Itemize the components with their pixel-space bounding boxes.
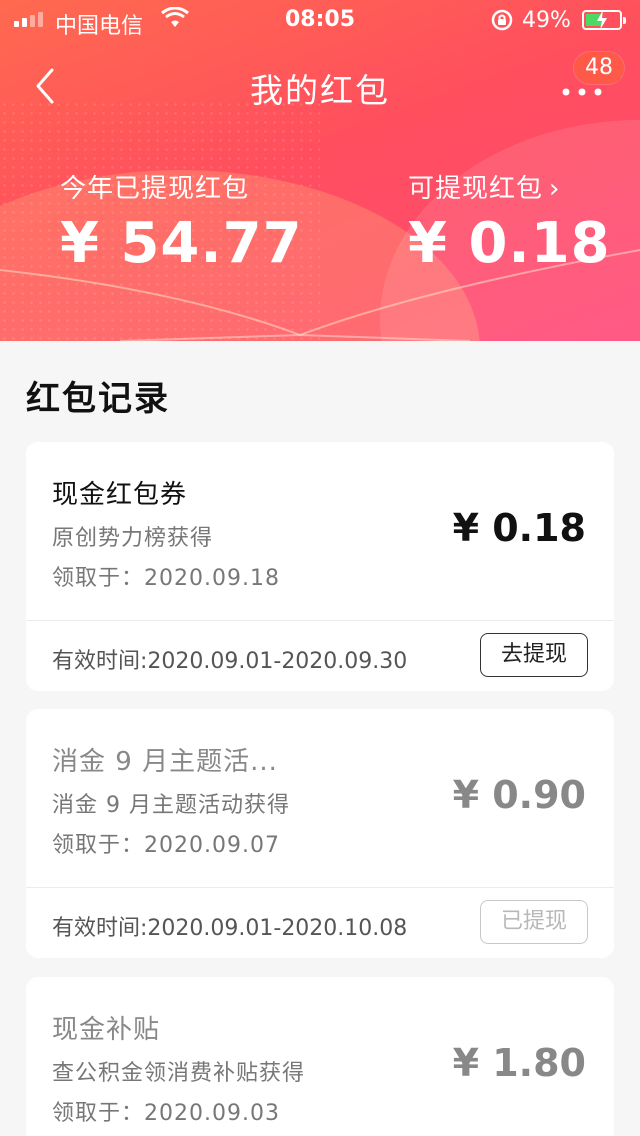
- withdrawn-button[interactable]: 已提现: [480, 900, 588, 944]
- record-name: 现金红包券: [52, 480, 188, 510]
- battery-percent: 49%: [522, 8, 571, 33]
- record-name: 消金 9 月主题活...: [52, 747, 278, 777]
- record-amount: ¥ 1.80: [452, 1041, 586, 1085]
- record-source: 原创势力榜获得: [52, 526, 214, 551]
- withdrawn-value: ¥ 54.77: [60, 211, 303, 276]
- record-date: 领取于：2020.09.18: [52, 566, 280, 591]
- record-date: 领取于：2020.09.03: [52, 1101, 280, 1126]
- record-validity: 有效时间:2020.09.01-2020.10.08: [52, 916, 408, 941]
- available-label-row[interactable]: 可提现红包 ›: [408, 168, 611, 205]
- orientation-lock-icon: [491, 9, 513, 31]
- record-source: 消金 9 月主题活动获得: [52, 793, 290, 818]
- battery-icon: [582, 10, 626, 30]
- nav-bar: 我的红包 48: [0, 40, 640, 128]
- withdrawn-summary: 今年已提现红包 ¥ 54.77: [60, 168, 303, 276]
- records-title: 红包记录: [26, 379, 170, 419]
- record-name: 现金补贴: [52, 1015, 161, 1045]
- available-value: ¥ 0.18: [408, 211, 611, 276]
- record-card: 现金红包券 原创势力榜获得 领取于：2020.09.18 ¥ 0.18 有效时间…: [26, 442, 614, 691]
- available-label: 可提现红包: [408, 174, 544, 204]
- page-title: 我的红包: [250, 71, 390, 110]
- available-summary[interactable]: 可提现红包 › ¥ 0.18: [408, 168, 611, 276]
- record-date: 领取于：2020.09.07: [52, 833, 280, 858]
- record-validity: 有效时间:2020.09.01-2020.09.30: [52, 649, 408, 674]
- record-amount: ¥ 0.90: [452, 773, 586, 817]
- withdraw-button[interactable]: 去提现: [480, 633, 588, 677]
- chevron-right-icon: ›: [549, 174, 561, 204]
- status-bar: 中国电信 08:05 49%: [0, 0, 640, 40]
- record-card: 现金补贴 查公积金领消费补贴获得 领取于：2020.09.03 ¥ 1.80: [26, 977, 614, 1136]
- record-source: 查公积金领消费补贴获得: [52, 1061, 306, 1086]
- record-amount: ¥ 0.18: [452, 506, 586, 550]
- notification-badge: 48: [574, 52, 624, 84]
- withdrawn-label: 今年已提现红包: [60, 174, 250, 204]
- record-card: 消金 9 月主题活... 消金 9 月主题活动获得 领取于：2020.09.07…: [26, 709, 614, 958]
